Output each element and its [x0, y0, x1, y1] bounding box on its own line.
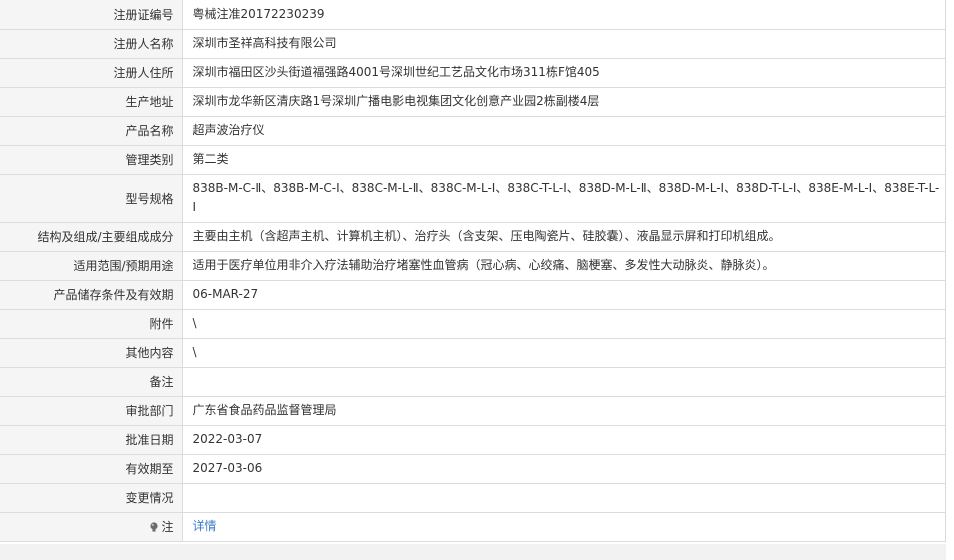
- registration-info-table: 注册证编号 粤械注准20172230239 注册人名称 深圳市圣祥高科技有限公司…: [0, 0, 946, 542]
- field-value: 适用于医疗单位用非介入疗法辅助治疗堵塞性血管病（冠心病、心绞痛、脑梗塞、多发性大…: [182, 251, 946, 281]
- field-label: 备注: [0, 367, 183, 397]
- field-value: 06-MAR-27: [182, 280, 946, 310]
- row-storage-validity: 产品储存条件及有效期 06-MAR-27: [0, 280, 946, 310]
- field-label: 注册证编号: [0, 0, 183, 30]
- field-value: 广东省食品药品监督管理局: [182, 396, 946, 426]
- field-value: 2027-03-06: [182, 454, 946, 484]
- field-value: 主要由主机（含超声主机、计算机主机）、治疗头（含支架、压电陶瓷片、硅胶囊）、液晶…: [182, 222, 946, 252]
- row-management-category: 管理类别 第二类: [0, 145, 946, 175]
- row-product-name: 产品名称 超声波治疗仪: [0, 116, 946, 146]
- row-model-specification: 型号规格 838B-M-C-Ⅱ、838B-M-C-Ⅰ、838C-M-L-Ⅱ、83…: [0, 174, 946, 223]
- row-approval-date: 批准日期 2022-03-07: [0, 425, 946, 455]
- field-value: [182, 367, 946, 397]
- field-label: 有效期至: [0, 454, 183, 484]
- field-label: 其他内容: [0, 338, 183, 368]
- row-registrant-address: 注册人住所 深圳市福田区沙头街道福强路4001号深圳世纪工艺品文化市场311栋F…: [0, 58, 946, 88]
- field-label: 产品储存条件及有效期: [0, 280, 183, 310]
- field-label: 注册人住所: [0, 58, 183, 88]
- field-label: 型号规格: [0, 174, 183, 223]
- field-value: 深圳市圣祥高科技有限公司: [182, 29, 946, 59]
- note-label-cell: 注: [0, 512, 183, 542]
- field-value: \: [182, 338, 946, 368]
- field-label: 结构及组成/主要组成成分: [0, 222, 183, 252]
- row-change-status: 变更情况: [0, 483, 946, 513]
- field-value: 2022-03-07: [182, 425, 946, 455]
- field-label: 审批部门: [0, 396, 183, 426]
- field-label: 批准日期: [0, 425, 183, 455]
- row-scope-intended-use: 适用范围/预期用途 适用于医疗单位用非介入疗法辅助治疗堵塞性血管病（冠心病、心绞…: [0, 251, 946, 281]
- row-structure-composition: 结构及组成/主要组成成分 主要由主机（含超声主机、计算机主机）、治疗头（含支架、…: [0, 222, 946, 252]
- field-label: 生产地址: [0, 87, 183, 117]
- field-value: 粤械注准20172230239: [182, 0, 946, 30]
- field-value: [182, 483, 946, 513]
- row-approval-department: 审批部门 广东省食品药品监督管理局: [0, 396, 946, 426]
- note-value-cell: 详情: [182, 512, 946, 542]
- field-value: 838B-M-C-Ⅱ、838B-M-C-Ⅰ、838C-M-L-Ⅱ、838C-M-…: [182, 174, 946, 223]
- row-note: 注 详情: [0, 512, 946, 542]
- field-value: 深圳市龙华新区清庆路1号深圳广播电影电视集团文化创意产业园2栋副楼4层: [182, 87, 946, 117]
- registration-detail-page: 注册证编号 粤械注准20172230239 注册人名称 深圳市圣祥高科技有限公司…: [0, 0, 954, 560]
- bulb-icon: [150, 522, 159, 532]
- field-value: 第二类: [182, 145, 946, 175]
- field-value: 深圳市福田区沙头街道福强路4001号深圳世纪工艺品文化市场311栋F馆405: [182, 58, 946, 88]
- row-remarks: 备注: [0, 367, 946, 397]
- row-valid-until: 有效期至 2027-03-06: [0, 454, 946, 484]
- note-label: 注: [161, 520, 174, 534]
- row-other-content: 其他内容 \: [0, 338, 946, 368]
- field-label: 变更情况: [0, 483, 183, 513]
- field-value: 超声波治疗仪: [182, 116, 946, 146]
- row-production-address: 生产地址 深圳市龙华新区清庆路1号深圳广播电影电视集团文化创意产业园2栋副楼4层: [0, 87, 946, 117]
- field-label: 适用范围/预期用途: [0, 251, 183, 281]
- field-label: 注册人名称: [0, 29, 183, 59]
- field-label: 管理类别: [0, 145, 183, 175]
- bottom-scroll-strip: [0, 544, 946, 560]
- row-registration-number: 注册证编号 粤械注准20172230239: [0, 0, 946, 30]
- details-link[interactable]: 详情: [193, 519, 217, 533]
- field-value: \: [182, 309, 946, 339]
- field-label: 产品名称: [0, 116, 183, 146]
- field-label: 附件: [0, 309, 183, 339]
- row-attachment: 附件 \: [0, 309, 946, 339]
- row-registrant-name: 注册人名称 深圳市圣祥高科技有限公司: [0, 29, 946, 59]
